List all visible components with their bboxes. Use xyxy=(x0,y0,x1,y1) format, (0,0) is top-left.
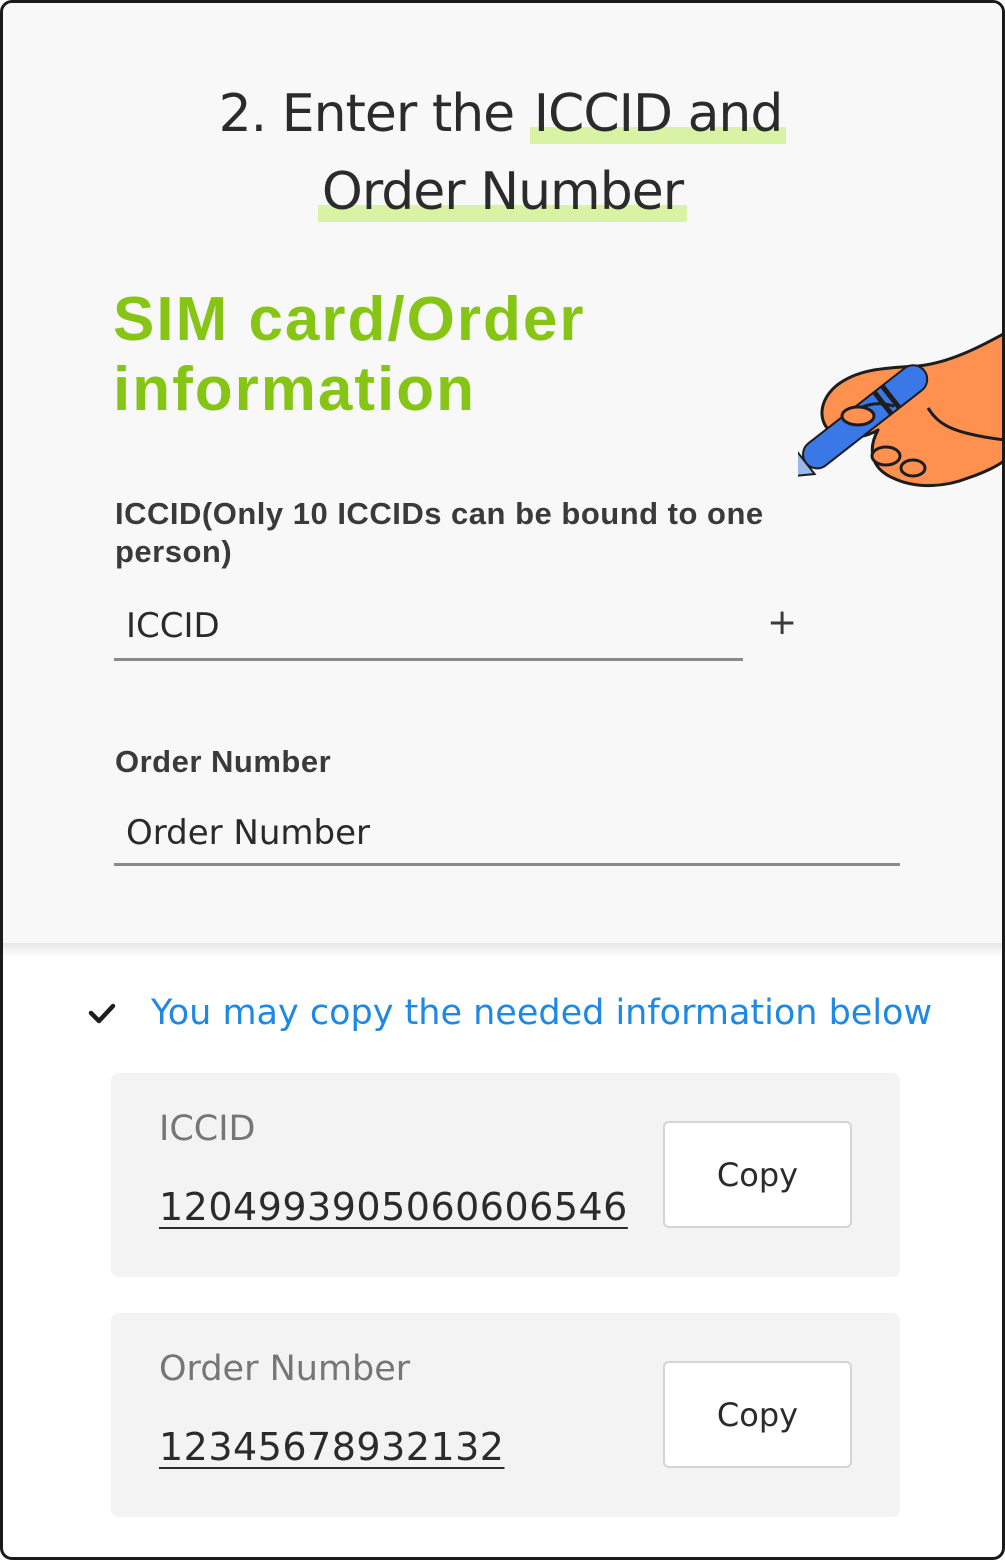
iccid-input-placeholder: ICCID xyxy=(126,605,220,646)
copy-hint: You may copy the needed information belo… xyxy=(87,988,967,1038)
iccid-copy-card: ICCID 1204993905060606546 Copy xyxy=(111,1073,900,1277)
form-panel: 2. Enter the ICCID and Order Number SIM … xyxy=(3,3,1002,957)
order-number-field-label: Order Number xyxy=(115,744,332,779)
iccid-input[interactable]: ICCID xyxy=(114,593,743,661)
iccid-copy-value[interactable]: 1204993905060606546 xyxy=(159,1185,628,1229)
order-number-copy-value[interactable]: 12345678932132 xyxy=(159,1425,504,1469)
iccid-field-label: ICCID(Only 10 ICCIDs can be bound to one… xyxy=(115,496,764,569)
page-title-plain: 2. Enter the xyxy=(218,84,530,144)
page-title-highlight-1: ICCID and xyxy=(529,84,787,144)
order-number-input-placeholder: Order Number xyxy=(126,813,371,853)
order-number-input[interactable]: Order Number xyxy=(114,803,900,866)
copy-hint-text: You may copy the needed information belo… xyxy=(151,993,933,1033)
page-title-line-2: Order Number xyxy=(3,153,1002,231)
order-number-copy-card: Order Number 12345678932132 Copy xyxy=(111,1313,900,1517)
order-number-copy-label: Order Number xyxy=(159,1349,411,1389)
check-icon xyxy=(88,1003,116,1024)
page-title-highlight-2: Order Number xyxy=(317,162,688,222)
add-iccid-button[interactable]: + xyxy=(767,603,797,643)
iccid-copy-label: ICCID xyxy=(159,1109,256,1149)
page-title-line-1: 2. Enter the ICCID and xyxy=(3,75,1002,153)
hand-holding-pen-icon xyxy=(798,332,1002,488)
section-title: SIM card/Order information xyxy=(113,285,586,424)
app-frame: 2. Enter the ICCID and Order Number SIM … xyxy=(0,0,1005,1560)
copy-order-number-button[interactable]: Copy xyxy=(663,1361,852,1468)
copy-iccid-button[interactable]: Copy xyxy=(663,1121,852,1228)
